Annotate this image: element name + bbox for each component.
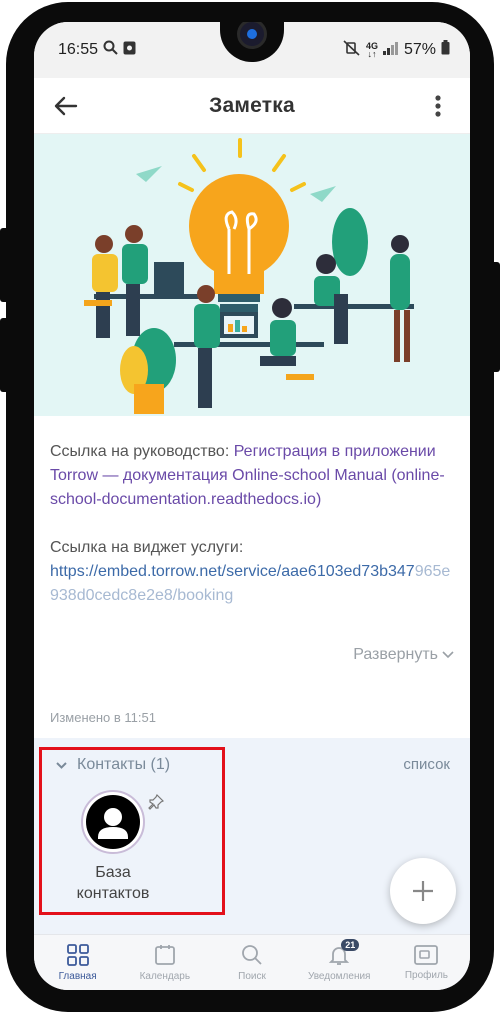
nav-label-calendar: Календарь [139, 971, 191, 982]
list-view-button[interactable]: список [403, 756, 450, 773]
camera-status-icon [123, 41, 136, 60]
arrow-left-icon [54, 96, 78, 115]
modified-timestamp: Изменено в 11:51 [50, 710, 156, 725]
widget-url-link[interactable]: https://embed.torrow.net/service/aae6103… [50, 563, 415, 580]
note-text: Ссылка на руководство: Регистрация в при… [50, 440, 456, 608]
battery-percent: 57% [403, 41, 436, 58]
more-vertical-icon [435, 94, 441, 117]
front-camera [237, 22, 267, 49]
nav-item-home[interactable]: Главная [34, 935, 121, 990]
note-illustration [34, 134, 470, 416]
battery-icon [441, 40, 450, 60]
widget-prefix: Ссылка на виджет услуги: [50, 539, 244, 556]
side-button [0, 318, 10, 392]
more-options-button[interactable] [420, 88, 456, 124]
page-title: Заметка [209, 93, 295, 117]
nav-item-notifications[interactable]: 21 Уведомления [296, 935, 383, 990]
network-type: 4G ↓↑ [365, 41, 378, 59]
plus-icon [413, 881, 433, 901]
guide-paragraph: Ссылка на руководство: Регистрация в при… [50, 440, 456, 512]
expand-label: Развернуть [353, 646, 438, 663]
bottom-nav: Главная Календарь Поиск 21 Уведомления П… [34, 934, 470, 990]
mute-vibrate-icon [343, 39, 361, 61]
nav-label-notifications: Уведомления [307, 971, 371, 982]
nav-item-search[interactable]: Поиск [208, 935, 295, 990]
network-label: 4G [365, 41, 378, 51]
highlight-frame [39, 747, 225, 915]
expand-button[interactable]: Развернуть [353, 646, 454, 664]
widget-paragraph: Ссылка на виджет услуги: https://embed.t… [50, 536, 456, 608]
search-icon [242, 945, 262, 965]
power-button [490, 262, 500, 372]
app-header: Заметка [34, 78, 470, 134]
signal-icon [382, 41, 399, 60]
grid-icon [66, 944, 89, 966]
nav-label-profile: Профиль [404, 970, 448, 981]
nav-label-home: Главная [58, 971, 97, 982]
teamwork-lightbulb-illustration [84, 138, 414, 414]
nav-item-profile[interactable]: Профиль [383, 935, 470, 990]
guide-prefix: Ссылка на руководство: [50, 443, 234, 460]
calendar-icon [154, 945, 175, 965]
status-time: 16:55 [58, 41, 99, 58]
add-button[interactable] [390, 858, 456, 924]
volume-button [0, 228, 10, 302]
profile-icon [414, 945, 439, 965]
chevron-down-icon [442, 651, 454, 659]
nav-label-search: Поиск [238, 971, 266, 982]
search-status-icon [103, 40, 118, 60]
nav-item-calendar[interactable]: Календарь [121, 935, 208, 990]
screen: 16:55 4G ↓↑ 57% Заметка Ссылка на руково… [34, 22, 470, 990]
notification-badge: 21 [341, 939, 360, 951]
back-button[interactable] [48, 88, 84, 124]
